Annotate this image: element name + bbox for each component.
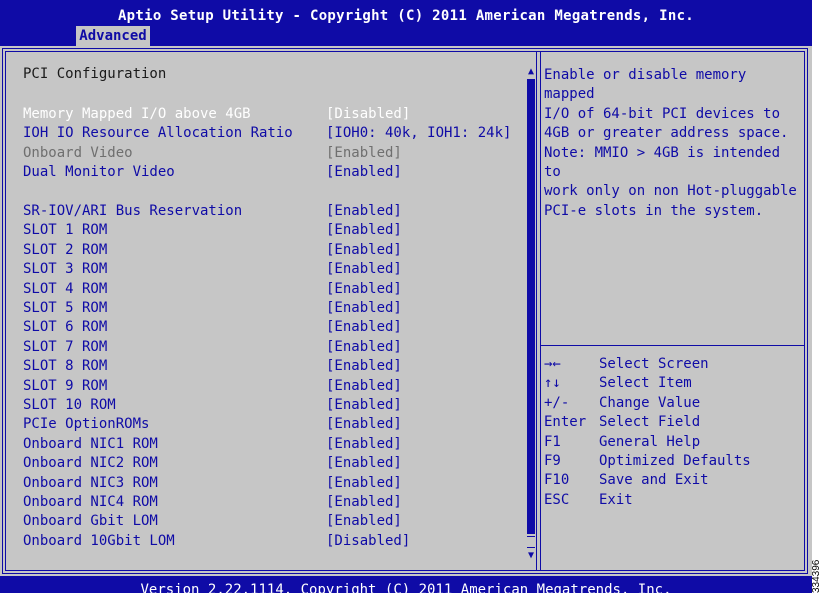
setting-label: Onboard Gbit LOM [23, 513, 158, 530]
help-line: PCI-e slots in the system. [544, 202, 764, 219]
key-name: ESC [544, 491, 570, 508]
setting-value[interactable]: [IOH0: 40k, IOH1: 24k] [326, 124, 511, 142]
setting-value[interactable]: [Enabled] [326, 474, 402, 492]
key-desc: Optimized Defaults [599, 452, 751, 469]
pane-divider [536, 52, 537, 570]
setting-value[interactable]: [Enabled] [326, 357, 402, 375]
help-line: Note: MMIO > 4GB is intended to [544, 144, 781, 181]
setting-label: SLOT 1 ROM [23, 222, 108, 239]
setting-label: PCIe OptionROMs [23, 416, 150, 433]
setting-value[interactable]: [Enabled] [326, 512, 402, 530]
setting-value[interactable]: [Enabled] [326, 493, 402, 511]
help-separator [541, 345, 804, 346]
setting-label: IOH IO Resource Allocation Ratio [23, 125, 293, 142]
help-line: I/O of 64-bit PCI devices to [544, 105, 781, 122]
setting-label: SLOT 5 ROM [23, 300, 108, 316]
setting-value[interactable]: [Disabled] [326, 532, 410, 550]
setting-value[interactable]: [Enabled] [326, 221, 402, 239]
setting-value[interactable]: [Enabled] [326, 318, 402, 336]
main-panel: PCI Configuration Memory Mapped I/O abov… [0, 46, 812, 576]
help-text: Enable or disable memory mapped I/O of 6… [544, 66, 802, 221]
setting-label: SLOT 10 ROM [23, 397, 116, 413]
setting-value[interactable]: [Enabled] [326, 260, 402, 278]
key-desc: Save and Exit [599, 472, 709, 489]
setting-value[interactable]: [Enabled] [326, 377, 402, 395]
scrollbar[interactable]: ▲ ▼ [526, 66, 536, 562]
setting-label: Dual Monitor Video [23, 164, 175, 181]
key-name: ↑↓ [544, 375, 561, 392]
pane-divider-inner [540, 52, 541, 570]
setting-value[interactable]: [Enabled] [326, 396, 402, 414]
key-desc: Select Item [599, 375, 692, 392]
key-desc: Exit [599, 491, 633, 508]
key-desc: Select Field [599, 414, 701, 431]
figure-code: 334396 [811, 559, 822, 593]
tab-advanced[interactable]: Advanced [76, 26, 150, 46]
setting-value[interactable]: [Enabled] [326, 241, 402, 259]
setting-value[interactable]: [Enabled] [326, 163, 402, 181]
setting-label: Onboard Video [23, 144, 133, 161]
setting-value: [Enabled] [326, 144, 402, 161]
key-desc: Select Screen [599, 356, 709, 372]
utility-title: Aptio Setup Utility - Copyright (C) 2011… [117, 8, 695, 24]
help-line: work only on non Hot-pluggable [544, 183, 797, 200]
setting-value[interactable]: [Enabled] [326, 338, 402, 356]
setting-label: Onboard 10Gbit LOM [23, 532, 175, 549]
version-footer: Version 2.22.1114. Copyright (C) 2011 Am… [0, 576, 812, 593]
help-line: Enable or disable memory mapped [544, 67, 747, 103]
setting-label: SLOT 3 ROM [23, 261, 108, 278]
section-title: PCI Configuration [23, 66, 167, 82]
setting-label: Memory Mapped I/O above 4GB [23, 106, 251, 122]
key-name: F10 [544, 472, 570, 489]
setting-value[interactable]: [Enabled] [326, 299, 402, 317]
scroll-thumb[interactable] [527, 79, 535, 534]
setting-label: SLOT 8 ROM [23, 358, 108, 375]
setting-label: SLOT 7 ROM [23, 338, 108, 355]
setting-value[interactable]: [Enabled] [326, 280, 402, 298]
setting-label: SLOT 4 ROM [23, 280, 108, 297]
scroll-grip[interactable] [527, 536, 535, 548]
key-name: F9 [544, 452, 561, 469]
key-name: Enter [544, 414, 587, 431]
setting-value[interactable]: [Enabled] [326, 202, 402, 220]
setting-label: SLOT 2 ROM [23, 241, 108, 258]
setting-value[interactable]: [Disabled] [326, 105, 410, 123]
key-name: +/- [544, 394, 570, 411]
setting-label: Onboard NIC1 ROM [23, 435, 158, 452]
scroll-down-arrow-icon[interactable]: ▼ [526, 550, 536, 562]
key-name: →← [544, 356, 561, 372]
key-name: F1 [544, 433, 561, 450]
setting-label: SLOT 6 ROM [23, 319, 108, 336]
key-desc: General Help [599, 433, 701, 450]
setting-label: Onboard NIC3 ROM [23, 474, 158, 491]
setting-value[interactable]: [Enabled] [326, 435, 402, 453]
scroll-up-arrow-icon[interactable]: ▲ [526, 66, 536, 78]
setting-label: Onboard NIC4 ROM [23, 494, 158, 510]
setting-label: Onboard NIC2 ROM [23, 455, 158, 472]
setting-label: SR-IOV/ARI Bus Reservation [23, 203, 243, 219]
setting-label: SLOT 9 ROM [23, 377, 108, 394]
setting-value[interactable]: [Enabled] [326, 415, 402, 433]
help-line: 4GB or greater address space. [544, 125, 789, 142]
key-desc: Change Value [599, 394, 701, 411]
setting-value[interactable]: [Enabled] [326, 454, 402, 472]
title-bar: Aptio Setup Utility - Copyright (C) 2011… [0, 0, 812, 46]
